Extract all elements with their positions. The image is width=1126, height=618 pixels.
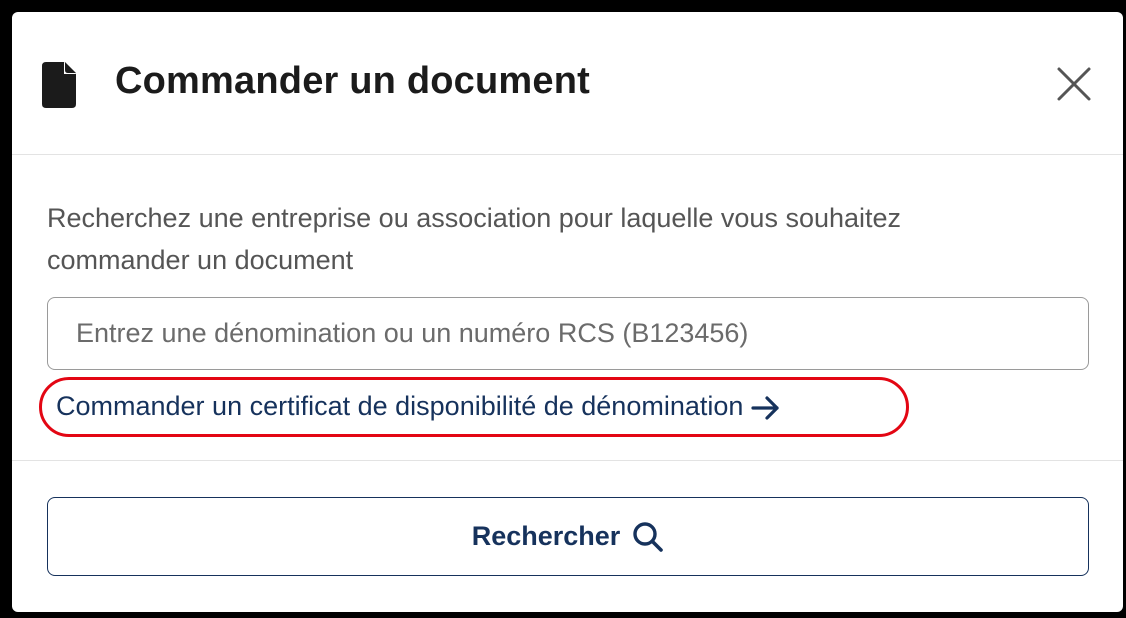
search-button-label: Rechercher — [471, 521, 621, 551]
screenshot-frame: Commander un document Recherchez une ent… — [4, 4, 1123, 614]
search-description: Recherchez une entreprise ou association… — [47, 203, 902, 275]
search-button[interactable]: Rechercher — [47, 497, 1089, 576]
company-search-input[interactable] — [47, 297, 1089, 370]
dialog-footer: Rechercher — [12, 461, 1123, 612]
order-document-dialog: Commander un document Recherchez une ent… — [12, 12, 1123, 612]
document-icon — [42, 62, 76, 108]
close-icon[interactable] — [1054, 64, 1094, 104]
order-certificate-link-label: Commander un certificat de disponibilité… — [56, 391, 744, 421]
dialog-body: Recherchez une entreprise ou association… — [12, 155, 1123, 461]
search-icon — [633, 521, 664, 552]
dialog-header: Commander un document — [12, 12, 1123, 155]
arrow-right-icon — [751, 396, 780, 420]
order-certificate-link[interactable]: Commander un certificat de disponibilité… — [56, 384, 781, 428]
dialog-title: Commander un document — [115, 60, 591, 102]
